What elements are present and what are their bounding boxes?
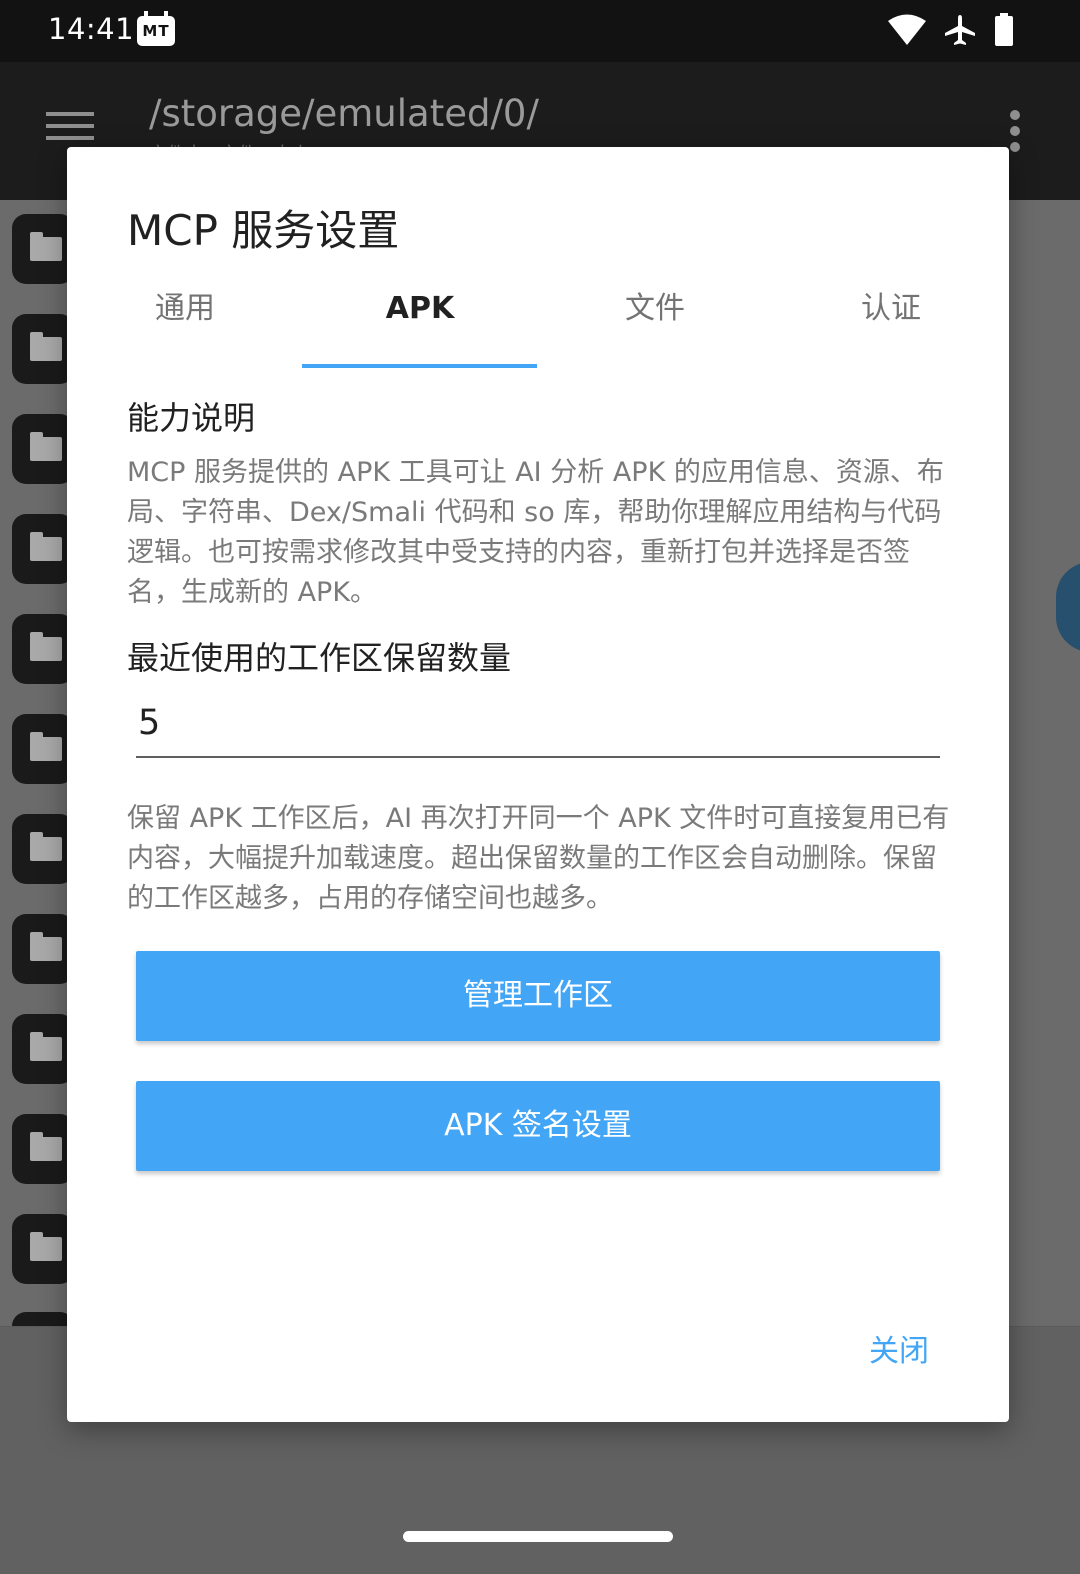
- workspace-count-input[interactable]: [136, 690, 940, 758]
- folder-icon: [12, 1014, 74, 1084]
- status-icons: [888, 12, 1014, 48]
- folder-icon: [12, 314, 74, 384]
- folder-icon: [12, 1114, 74, 1184]
- folder-icon: [12, 1214, 74, 1284]
- folder-icon: [12, 414, 74, 484]
- close-button[interactable]: 关闭: [849, 1327, 949, 1377]
- current-path: /storage/emulated/0/: [149, 92, 539, 135]
- tab-bar: 通用 APK 文件 认证: [67, 277, 1009, 369]
- menu-icon[interactable]: [46, 112, 94, 146]
- mt-manager-icon: MT: [137, 11, 175, 46]
- capability-description: MCP 服务提供的 APK 工具可让 AI 分析 APK 的应用信息、资源、布局…: [127, 457, 944, 608]
- folder-icon: [12, 914, 74, 984]
- tab-auth[interactable]: 认证: [773, 277, 1009, 369]
- status-time: 14:41: [48, 12, 135, 46]
- tab-indicator: [302, 364, 537, 368]
- airplane-icon: [945, 15, 975, 45]
- floating-action-button[interactable]: [1056, 562, 1080, 652]
- workspace-count-label: 最近使用的工作区保留数量: [127, 639, 512, 677]
- wifi-icon: [888, 14, 926, 45]
- battery-icon: [995, 13, 1013, 46]
- tab-general[interactable]: 通用: [67, 277, 303, 369]
- folder-icon: [12, 714, 74, 784]
- status-bar: 14:41 MT: [0, 0, 1080, 62]
- folder-icon: [12, 614, 74, 684]
- apk-signing-settings-button[interactable]: APK 签名设置: [136, 1081, 940, 1171]
- tab-files[interactable]: 文件: [537, 277, 773, 369]
- manage-workspace-button[interactable]: 管理工作区: [136, 951, 940, 1041]
- folder-icon: [12, 214, 74, 284]
- folder-icon: [12, 1312, 74, 1326]
- gesture-nav-handle[interactable]: [403, 1531, 673, 1542]
- more-options-icon[interactable]: [1010, 110, 1022, 152]
- capability-heading: 能力说明: [127, 399, 256, 437]
- mcp-settings-dialog: MCP 服务设置 通用 APK 文件 认证 能力说明 MCP 服务提供的 APK…: [67, 147, 1009, 1422]
- dialog-title: MCP 服务设置: [127, 206, 400, 255]
- tab-apk[interactable]: APK: [302, 277, 538, 369]
- workspace-note: 保留 APK 工作区后，AI 再次打开同一个 APK 文件时可直接复用已有内容，…: [127, 803, 950, 914]
- folder-icon: [12, 514, 74, 584]
- folder-icon: [12, 814, 74, 884]
